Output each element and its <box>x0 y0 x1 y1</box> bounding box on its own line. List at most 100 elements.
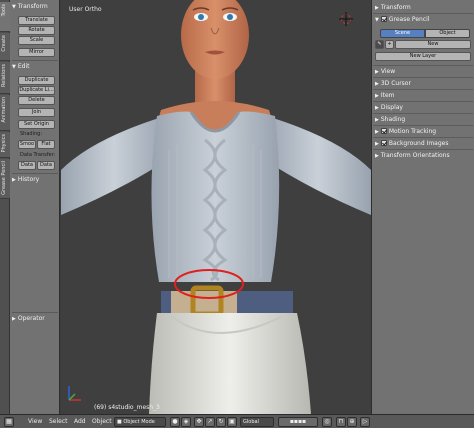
collapsed-triangle-icon: ▶ <box>375 69 379 75</box>
expanded-triangle-icon: ▼ <box>12 64 16 70</box>
tab-grease-pencil-label: Grease Pencil <box>1 161 7 195</box>
operator-panel-header[interactable]: ▶ Operator <box>12 315 45 322</box>
render-preview-icon[interactable]: ▷ <box>360 417 370 427</box>
pencil-icon[interactable]: ✎ <box>375 40 384 49</box>
3d-view-header: ▦ View Select Add Object ■ Object Mode ●… <box>0 414 474 428</box>
transform-orientations-panel-header[interactable]: ▶ Transform Orientations <box>375 152 450 159</box>
manipulator-toggle-icon[interactable]: ✥ <box>194 417 204 427</box>
shading-panel-header[interactable]: ▶ Shading <box>375 116 405 123</box>
duplicate-button[interactable]: Duplicate <box>18 76 55 85</box>
left-iris <box>198 14 204 20</box>
expanded-triangle-icon: ▼ <box>12 4 16 10</box>
layer-grid-icon[interactable]: ▪▪▪▪ <box>278 417 318 427</box>
duplicate-linked-button[interactable]: Duplicate Li... <box>18 86 55 95</box>
skirt <box>149 313 311 414</box>
panel-divider <box>373 149 473 150</box>
head <box>181 0 249 79</box>
collapsed-triangle-icon: ▶ <box>12 177 16 183</box>
tab-tools-label: Tools <box>1 4 7 17</box>
grease-pencil-checkbox[interactable] <box>380 16 387 22</box>
join-button[interactable]: Join <box>18 108 55 117</box>
edit-panel-title: Edit <box>17 63 30 70</box>
rotate-button[interactable]: Rotate <box>18 26 55 35</box>
display-panel-header[interactable]: ▶ Display <box>375 104 403 111</box>
grease-pencil-scene-tab[interactable]: Scene <box>380 29 425 38</box>
translate-button[interactable]: Translate <box>18 16 55 25</box>
panel-divider <box>12 173 58 174</box>
tab-animation[interactable]: Animation <box>0 95 10 131</box>
data-transfer-button[interactable]: Data <box>18 161 36 170</box>
tab-create-label: Create <box>1 35 7 52</box>
smooth-shading-button[interactable]: Smoo <box>18 140 36 149</box>
left-sleeve <box>61 118 167 215</box>
delete-button[interactable]: Delete <box>18 96 55 105</box>
axis-gizmo-icon <box>68 386 81 401</box>
history-panel-header[interactable]: ▶ History <box>12 176 39 183</box>
collapsed-triangle-icon: ▶ <box>375 81 379 87</box>
active-object-label: (69) s4studio_mesh_3 <box>94 404 160 411</box>
new-layer-button[interactable]: New Layer <box>375 52 471 61</box>
3d-cursor-icon[interactable] <box>339 12 353 26</box>
expanded-triangle-icon: ▼ <box>375 17 379 23</box>
snap-target-icon[interactable]: ⊕ <box>347 417 357 427</box>
viewport-shading-icon[interactable]: ● <box>170 417 180 427</box>
mode-selector[interactable]: ■ Object Mode <box>114 417 166 427</box>
item-panel-header[interactable]: ▶ Item <box>375 92 395 99</box>
edit-panel-header[interactable]: ▼ Edit <box>12 63 29 70</box>
view-panel-header[interactable]: ▶ View <box>375 68 395 75</box>
transform-panel-header[interactable]: ▶ Transform <box>375 4 411 11</box>
tab-relations[interactable]: Relations <box>0 62 10 94</box>
panel-divider <box>373 125 473 126</box>
select-menu[interactable]: Select <box>49 418 68 425</box>
snap-icon[interactable]: ⊓ <box>336 417 346 427</box>
translate-manipulator-icon[interactable]: ↗ <box>205 417 215 427</box>
motion-tracking-checkbox[interactable] <box>380 128 387 134</box>
scale-button[interactable]: Scale <box>18 36 55 45</box>
transform-panel-header[interactable]: ▼ Transform <box>12 3 48 10</box>
motion-tracking-panel-header[interactable]: ▶ Motion Tracking <box>375 128 436 135</box>
item-panel-title: Item <box>380 92 395 99</box>
belt-tab <box>171 291 237 313</box>
right-sleeve <box>265 118 371 215</box>
tab-physics[interactable]: Physics <box>0 132 10 158</box>
pivot-point-icon[interactable]: ◈ <box>181 417 191 427</box>
mirror-button[interactable]: Mirror <box>18 48 55 57</box>
set-origin-button[interactable]: Set Origin <box>18 120 55 129</box>
panel-divider <box>373 101 473 102</box>
data-layout-button[interactable]: Data <box>37 161 55 170</box>
scale-manipulator-icon[interactable]: ▣ <box>227 417 237 427</box>
3d-viewport[interactable]: User Ortho (69) s4studio_mesh_3 <box>61 0 371 414</box>
shading-label: Shading: <box>20 131 42 137</box>
tab-grease-pencil[interactable]: Grease Pencil <box>0 159 10 199</box>
proportional-edit-icon[interactable]: ◎ <box>322 417 332 427</box>
add-menu[interactable]: Add <box>74 418 86 425</box>
add-icon[interactable]: + <box>385 40 394 49</box>
tool-shelf: ▼ Transform Translate Rotate Scale Mirror… <box>10 0 60 414</box>
collapsed-triangle-icon: ▶ <box>375 93 379 99</box>
panel-divider <box>373 89 473 90</box>
tab-create[interactable]: Create <box>0 33 10 61</box>
rotate-manipulator-icon[interactable]: ↻ <box>216 417 226 427</box>
collapsed-triangle-icon: ▶ <box>375 105 379 111</box>
editor-type-icon[interactable]: ▦ <box>4 417 14 427</box>
collapsed-triangle-icon: ▶ <box>375 117 379 123</box>
new-grease-pencil-button[interactable]: New <box>395 40 471 49</box>
flat-shading-button[interactable]: Flat <box>37 140 55 149</box>
grease-pencil-object-tab[interactable]: Object <box>425 29 470 38</box>
background-images-panel-header[interactable]: ▶ Background Images <box>375 140 448 147</box>
transform-orientation-selector[interactable]: Global <box>240 417 274 427</box>
grease-pencil-panel-header[interactable]: ▼ Grease Pencil <box>375 16 429 23</box>
mode-label: Object Mode <box>123 419 155 425</box>
tab-tools[interactable]: Tools <box>0 2 10 32</box>
collapsed-triangle-icon: ▶ <box>375 129 379 135</box>
transform-orientations-title: Transform Orientations <box>380 152 450 159</box>
transform-panel-title: Transform <box>17 3 48 10</box>
view-menu[interactable]: View <box>28 418 42 425</box>
background-images-checkbox[interactable] <box>380 140 387 146</box>
collapsed-triangle-icon: ▶ <box>375 153 379 159</box>
collapsed-triangle-icon: ▶ <box>375 5 379 11</box>
object-menu[interactable]: Object <box>92 418 112 425</box>
collapsed-triangle-icon: ▶ <box>12 316 16 322</box>
3d-cursor-panel-header[interactable]: ▶ 3D Cursor <box>375 80 411 87</box>
panel-divider <box>12 60 58 61</box>
